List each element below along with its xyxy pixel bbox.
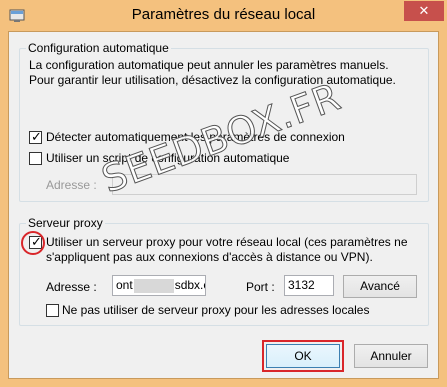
proxy-address-end: sdbx.co: [174, 278, 205, 292]
proxy-port-label: Port :: [246, 280, 275, 294]
redacted-text: [133, 278, 174, 293]
detect-settings-checkbox[interactable]: ✓: [29, 129, 42, 144]
title-bar: Paramètres du réseau local ✕: [0, 0, 447, 33]
bypass-local-checkbox[interactable]: [46, 304, 59, 317]
cancel-button[interactable]: Annuler: [354, 344, 428, 368]
bypass-local-label[interactable]: Ne pas utiliser de serveur proxy pour le…: [62, 303, 369, 317]
proxy-address-start: ont: [116, 278, 133, 292]
auto-config-description: La configuration automatique peut annule…: [29, 58, 396, 87]
dialog-title: Paramètres du réseau local: [131, 6, 316, 23]
script-address-label: Adresse :: [46, 178, 97, 192]
advanced-button[interactable]: Avancé: [343, 275, 417, 298]
proxy-address-label: Adresse :: [46, 280, 97, 294]
checkmark-icon: ✓: [31, 129, 42, 144]
highlight-circle: [21, 231, 45, 255]
auto-config-script-checkbox[interactable]: [29, 152, 42, 165]
proxy-port-input[interactable]: 3132: [284, 275, 334, 296]
use-proxy-label-line2[interactable]: s'appliquent pas aux connexions d'accès …: [46, 250, 373, 264]
proxy-address-input[interactable]: ont sdbx.co: [112, 275, 206, 296]
close-button[interactable]: ✕: [404, 1, 444, 21]
use-proxy-label-line1[interactable]: Utiliser un serveur proxy pour votre rés…: [46, 235, 408, 249]
auto-config-group-title: Configuration automatique: [26, 41, 171, 55]
highlight-rectangle: [262, 340, 344, 372]
proxy-group-title: Serveur proxy: [26, 216, 105, 230]
